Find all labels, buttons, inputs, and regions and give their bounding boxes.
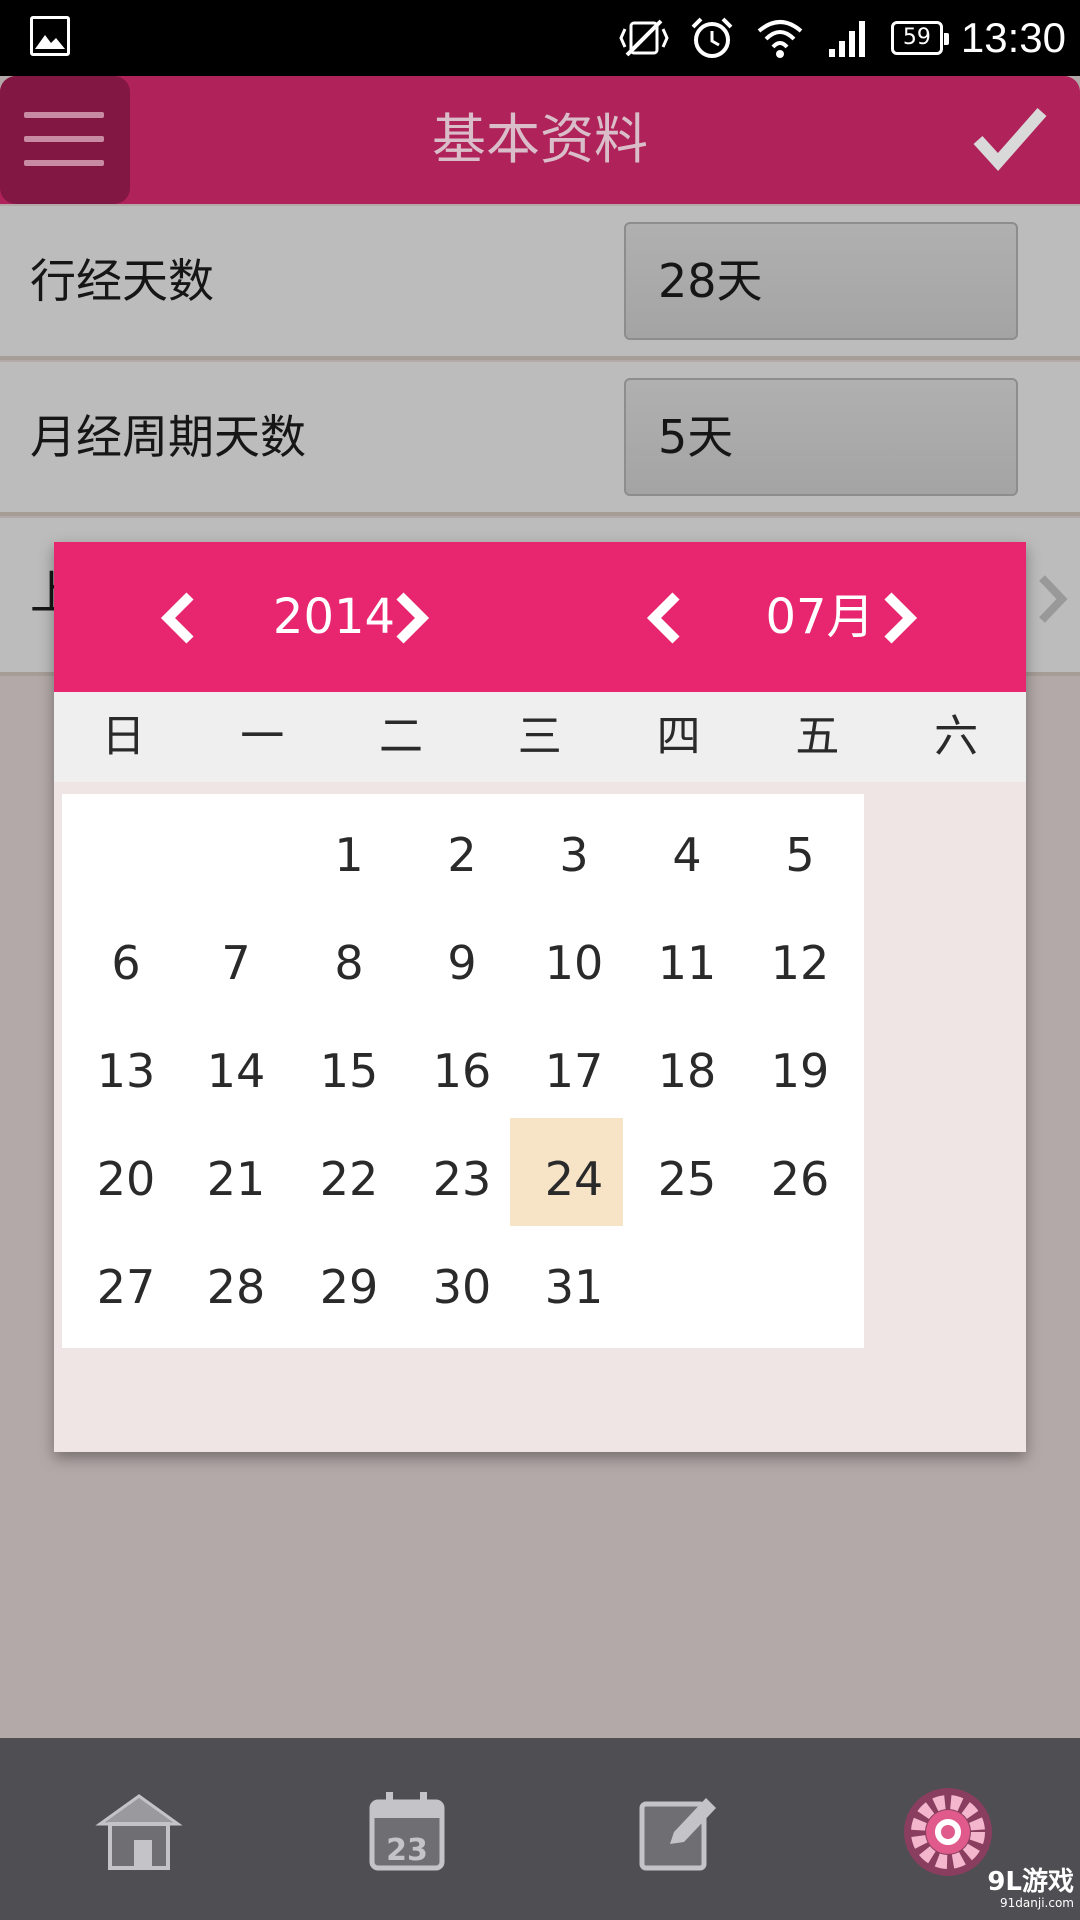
calendar-empty-cell (172, 794, 300, 916)
date-picker-dialog: 2014 07月 日 一 二 三 四 五 六 1 2 3 4 5 6 7 8 9 10 11 12 13… (54, 542, 1026, 1452)
alarm-icon (691, 17, 733, 58)
settings-icon[interactable] (898, 1782, 998, 1882)
weekday-label: 四 (656, 711, 701, 762)
calendar-day-cell[interactable]: 27 (62, 1226, 190, 1348)
calendar-icon-label: 23 (386, 1833, 428, 1868)
calendar-empty-cell (736, 1226, 864, 1348)
calendar-day-cell[interactable]: 3 (510, 794, 638, 916)
calendar-day-cell[interactable]: 10 (510, 902, 638, 1024)
form-label: 行经天数 (30, 254, 214, 308)
prev-month-button[interactable] (644, 590, 684, 646)
calendar-day-cell[interactable]: 21 (172, 1118, 300, 1240)
vibrate-off-icon (619, 19, 669, 57)
next-year-button[interactable] (392, 590, 432, 646)
calendar-day-cell[interactable]: 8 (285, 902, 413, 1024)
date-picker-header: 2014 07月 (54, 542, 1026, 692)
cycle-days-field[interactable]: 5天 (624, 378, 1018, 496)
calendar-day-cell[interactable]: 24 (510, 1118, 638, 1240)
weekday-header: 日 一 二 三 四 五 六 (54, 692, 1026, 782)
calendar-day-cell[interactable]: 2 (398, 794, 526, 916)
calendar-day-cell[interactable]: 13 (62, 1010, 190, 1132)
next-month-button[interactable] (880, 590, 920, 646)
calendar-icon[interactable]: 23 (362, 1788, 452, 1878)
calendar-day-cell[interactable]: 1 (285, 794, 413, 916)
wifi-icon (757, 20, 803, 58)
weekday-label: 六 (934, 711, 979, 762)
calendar-day-cell[interactable]: 23 (398, 1118, 526, 1240)
checkmark-icon[interactable] (972, 104, 1048, 172)
calendar-day-cell[interactable]: 31 (510, 1226, 638, 1348)
app-bar: 基本资料 (0, 76, 1080, 204)
calendar-day-cell[interactable]: 28 (172, 1226, 300, 1348)
weekday-label: 二 (378, 711, 423, 762)
calendar-day-cell[interactable]: 15 (285, 1010, 413, 1132)
weekday-label: 一 (240, 711, 285, 762)
calendar-empty-cell (623, 1226, 751, 1348)
form-row-cycle-days: 月经周期天数 5天 (0, 362, 1080, 516)
watermark-url: 91danji.com (1000, 1896, 1074, 1910)
calendar-day-cell[interactable]: 20 (62, 1118, 190, 1240)
calendar-day-cell[interactable]: 18 (623, 1010, 751, 1132)
prev-year-button[interactable] (158, 590, 198, 646)
calendar-day-cell[interactable]: 26 (736, 1118, 864, 1240)
calendar-day-cell[interactable]: 17 (510, 1010, 638, 1132)
calendar-day-cell[interactable]: 6 (62, 902, 190, 1024)
weekday-label: 五 (795, 711, 840, 762)
calendar-day-cell[interactable]: 25 (623, 1118, 751, 1240)
calendar-empty-cell (62, 794, 190, 916)
edit-icon[interactable] (632, 1788, 722, 1878)
status-bar: 59 13:30 (0, 0, 1080, 76)
calendar-day-cell[interactable]: 12 (736, 902, 864, 1024)
form-label: 月经周期天数 (30, 410, 306, 464)
calendar-day-cell[interactable]: 9 (398, 902, 526, 1024)
calendar-day-cell[interactable]: 29 (285, 1226, 413, 1348)
battery-icon: 59 (890, 21, 949, 55)
status-time: 13:30 (960, 14, 1066, 61)
chevron-right-icon (1039, 575, 1068, 623)
weekday-label: 三 (517, 711, 562, 762)
page-title: 基本资料 (432, 108, 648, 171)
menu-button[interactable] (0, 76, 130, 204)
home-icon[interactable] (94, 1788, 184, 1878)
calendar-day-cell[interactable]: 11 (623, 902, 751, 1024)
period-days-field[interactable]: 28天 (624, 222, 1018, 340)
gallery-icon (30, 16, 70, 56)
calendar-day-cell[interactable]: 4 (623, 794, 751, 916)
calendar-day-cell[interactable]: 14 (172, 1010, 300, 1132)
calendar-day-cell[interactable]: 7 (172, 902, 300, 1024)
calendar-day-cell[interactable]: 16 (398, 1010, 526, 1132)
bottom-navigation: 23 9L游戏 91danji.com (0, 1738, 1080, 1920)
form-row-period-days: 行经天数 28天 (0, 206, 1080, 360)
watermark: 9L游戏 91danji.com (924, 1868, 1074, 1914)
calendar-day-cell[interactable]: 19 (736, 1010, 864, 1132)
watermark-logo: 9L游戏 (987, 1867, 1074, 1897)
calendar-day-cell[interactable]: 30 (398, 1226, 526, 1348)
signal-icon (828, 21, 865, 57)
weekday-label: 日 (101, 711, 146, 762)
calendar-day-cell[interactable]: 22 (285, 1118, 413, 1240)
calendar-day-cell[interactable]: 5 (736, 794, 864, 916)
